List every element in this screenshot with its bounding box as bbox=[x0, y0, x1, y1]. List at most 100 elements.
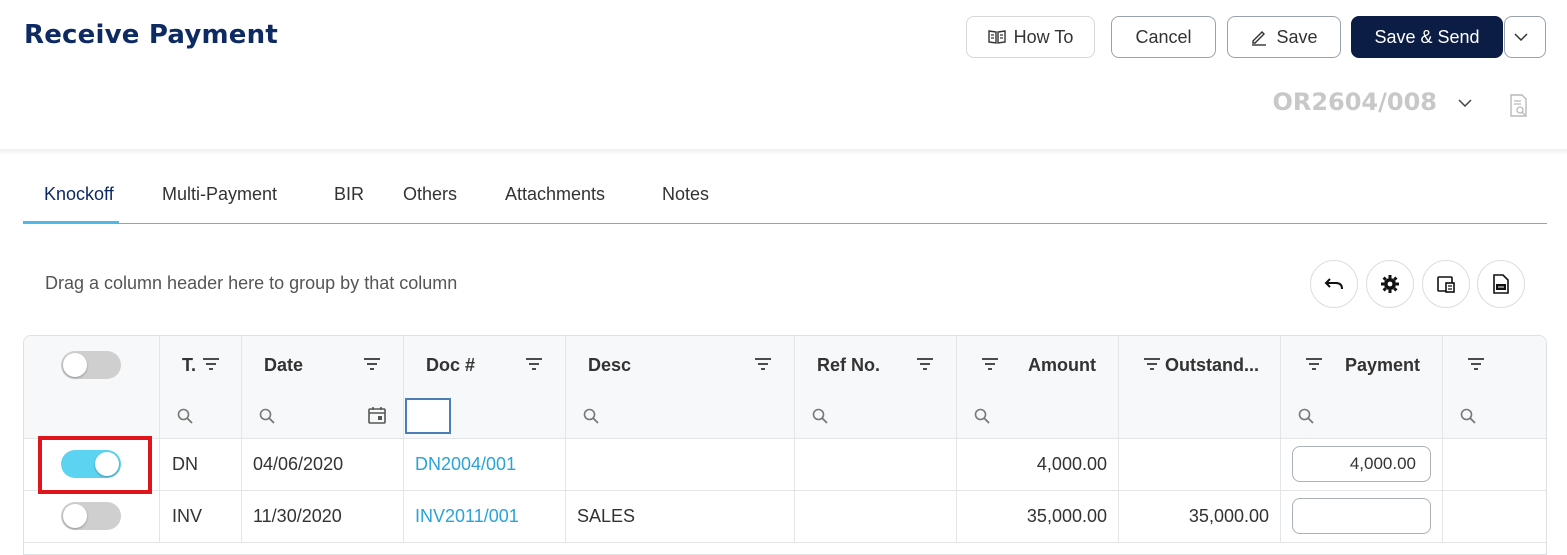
tab-bar: Knockoff Multi-Payment BIR Others Attach… bbox=[23, 172, 1547, 224]
cell-date-text: 04/06/2020 bbox=[253, 454, 344, 474]
cell-outstanding: 35,000.00 bbox=[1118, 490, 1280, 542]
cell-date: 11/30/2020 bbox=[241, 490, 403, 542]
column-header-date[interactable]: Date bbox=[241, 336, 403, 394]
cell-extra bbox=[1442, 490, 1546, 542]
how-to-button[interactable]: How To bbox=[966, 16, 1095, 58]
payment-input[interactable]: 4,000.00 bbox=[1292, 446, 1431, 482]
filter-cell-desc[interactable] bbox=[565, 394, 794, 438]
filter-icon[interactable] bbox=[526, 358, 542, 370]
book-icon bbox=[987, 30, 1006, 44]
doc-link[interactable]: INV2011/001 bbox=[415, 506, 519, 527]
cell-amount-text: 35,000.00 bbox=[1026, 506, 1107, 526]
filter-cell-payment[interactable] bbox=[1280, 394, 1442, 438]
filter-icon[interactable] bbox=[917, 358, 933, 370]
row-select-toggle[interactable] bbox=[61, 502, 121, 530]
document-search-icon[interactable] bbox=[1509, 94, 1529, 118]
column-header-label: Doc # bbox=[426, 355, 476, 375]
document-number: OR2604/008 bbox=[1272, 88, 1437, 116]
calendar-icon[interactable] bbox=[368, 406, 386, 424]
cell-desc bbox=[565, 438, 794, 490]
filter-cell-type[interactable] bbox=[159, 394, 241, 438]
cell-date: 04/06/2020 bbox=[241, 438, 403, 490]
cancel-button[interactable]: Cancel bbox=[1111, 16, 1216, 58]
filter-cell-ref-no[interactable] bbox=[794, 394, 956, 438]
how-to-label: How To bbox=[1013, 26, 1074, 47]
cell-type-text: DN bbox=[172, 454, 198, 474]
pencil-icon bbox=[1252, 31, 1267, 46]
doc-link[interactable]: DN2004/001 bbox=[415, 454, 516, 475]
cell-type: DN bbox=[159, 438, 241, 490]
column-header-type[interactable]: T. bbox=[159, 336, 241, 394]
filter-cell-extra[interactable] bbox=[1442, 394, 1546, 438]
settings-button[interactable] bbox=[1366, 260, 1414, 308]
column-header-label: Outstand... bbox=[1165, 355, 1259, 375]
table-row: INV 11/30/2020 INV2011/001 SALES 35,000.… bbox=[24, 490, 1546, 543]
cell-amount: 4,000.00 bbox=[956, 438, 1118, 490]
cell-desc: SALES bbox=[565, 490, 794, 542]
filter-icon[interactable] bbox=[982, 358, 998, 370]
column-header-doc[interactable]: Doc # bbox=[403, 336, 565, 394]
tab-multi-payment[interactable]: Multi-Payment bbox=[162, 184, 277, 205]
filter-icon[interactable] bbox=[755, 358, 771, 370]
column-chooser-icon bbox=[1437, 276, 1455, 293]
save-and-send-button[interactable]: Save & Send bbox=[1351, 16, 1503, 58]
tab-knockoff[interactable]: Knockoff bbox=[44, 184, 114, 205]
column-header-label: Amount bbox=[1028, 355, 1096, 375]
filter-icon[interactable] bbox=[364, 358, 380, 370]
group-panel-hint[interactable]: Drag a column header here to group by th… bbox=[45, 273, 457, 294]
gear-icon bbox=[1381, 275, 1399, 293]
cell-type: INV bbox=[159, 490, 241, 542]
column-header-label: Date bbox=[264, 355, 304, 375]
table-row: DN 04/06/2020 DN2004/001 4,000.00 4,000.… bbox=[24, 438, 1546, 491]
cell-outstanding-text: 35,000.00 bbox=[1188, 506, 1269, 526]
column-header-extra[interactable] bbox=[1442, 336, 1546, 394]
tab-notes[interactable]: Notes bbox=[662, 184, 709, 205]
column-header-payment[interactable]: Payment bbox=[1280, 336, 1442, 394]
cell-doc: DN2004/001 bbox=[403, 438, 565, 490]
column-header-desc[interactable]: Desc bbox=[565, 336, 794, 394]
column-header-label: Ref No. bbox=[817, 355, 880, 375]
filter-icon[interactable] bbox=[203, 358, 219, 370]
tab-attachments[interactable]: Attachments bbox=[505, 184, 605, 205]
filter-cell-amount[interactable] bbox=[956, 394, 1118, 438]
column-header-ref-no[interactable]: Ref No. bbox=[794, 336, 956, 394]
column-chooser-button[interactable] bbox=[1422, 260, 1470, 308]
export-button[interactable] bbox=[1477, 260, 1525, 308]
select-all-toggle[interactable] bbox=[61, 351, 121, 379]
cell-outstanding bbox=[1118, 438, 1280, 490]
chevron-down-icon[interactable] bbox=[1458, 99, 1472, 107]
grid-header-row: T. Date Doc # Desc Ref No. Amount Outsta… bbox=[24, 336, 1546, 395]
tab-others[interactable]: Others bbox=[403, 184, 457, 205]
column-header-label: Payment bbox=[1344, 355, 1420, 375]
column-header-outstanding[interactable]: Outstand... bbox=[1118, 336, 1280, 394]
tab-bir[interactable]: BIR bbox=[334, 184, 364, 205]
search-icon bbox=[812, 408, 828, 424]
cell-ref-no bbox=[794, 438, 956, 490]
search-icon bbox=[974, 408, 990, 424]
column-header-label: Desc bbox=[588, 355, 632, 375]
filter-cell-date[interactable] bbox=[241, 394, 403, 438]
knockoff-grid: T. Date Doc # Desc Ref No. Amount Outsta… bbox=[23, 335, 1547, 555]
save-label: Save bbox=[1276, 26, 1318, 47]
cell-amount: 35,000.00 bbox=[956, 490, 1118, 542]
cell-type-text: INV bbox=[172, 506, 203, 526]
filter-icon[interactable] bbox=[1468, 358, 1484, 370]
column-header-amount[interactable]: Amount bbox=[956, 336, 1118, 394]
column-header-label: T. bbox=[182, 355, 197, 375]
payment-input[interactable] bbox=[1292, 498, 1431, 534]
grid-filter-row bbox=[24, 394, 1546, 439]
cell-amount-text: 4,000.00 bbox=[1036, 454, 1107, 474]
more-actions-button[interactable] bbox=[1504, 16, 1546, 58]
filter-cell-outstanding[interactable] bbox=[1118, 394, 1280, 438]
cell-ref-no bbox=[794, 490, 956, 542]
filter-icon[interactable] bbox=[1144, 358, 1160, 370]
row-select-toggle[interactable] bbox=[61, 450, 121, 478]
undo-button[interactable] bbox=[1310, 260, 1358, 308]
doc-filter-input[interactable] bbox=[405, 398, 451, 434]
cell-doc: INV2011/001 bbox=[403, 490, 565, 542]
filter-icon[interactable] bbox=[1306, 358, 1322, 370]
filter-cell-doc[interactable] bbox=[403, 394, 565, 438]
active-tab-indicator bbox=[23, 221, 119, 224]
cell-payment bbox=[1280, 490, 1442, 542]
save-button[interactable]: Save bbox=[1227, 16, 1341, 58]
